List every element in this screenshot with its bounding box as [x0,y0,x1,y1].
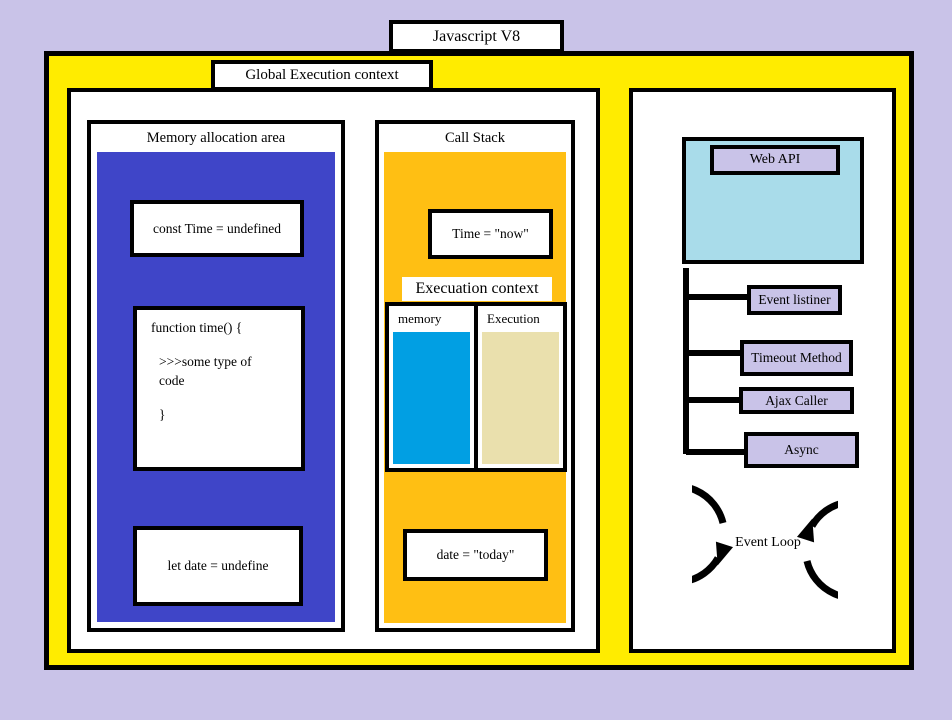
api-item-async: Async [744,432,859,468]
function-closing-brace: } [159,406,166,422]
function-body-line-2: code [159,373,185,389]
memory-entry-const-time: const Time = undefined [130,200,304,257]
call-stack-frame-date-label: date = "today" [436,547,515,562]
execution-context-execution-header: Execution [478,306,563,332]
api-item-event-listener-label: Event listiner [758,292,831,307]
function-body-line-1: >>>some type of [159,353,252,369]
memory-entry-const-time-label: const Time = undefined [153,220,281,236]
execution-context-memory-fill [393,332,470,464]
api-item-event-listener: Event listiner [747,285,842,315]
memory-entry-let-date-label: let date = undefine [167,558,269,574]
memory-allocation-body: const Time = undefined function time() {… [97,152,335,622]
execution-context-execution-column: Execution [474,306,563,468]
diagram-title: Javascript V8 [389,20,564,53]
execution-context-memory-header: memory [389,306,474,332]
call-stack-frame-date: date = "today" [403,529,548,581]
execution-context-label: Execuation context [402,277,552,301]
memory-allocation-header: Memory allocation area [91,124,341,152]
call-stack-header-label: Call Stack [444,129,505,146]
api-item-ajax-caller: Ajax Caller [739,387,854,414]
event-loop-label-text: Event Loop [735,535,801,550]
global-execution-context-text: Global Execution context [245,67,399,83]
event-loop-label: Event Loop [723,533,813,553]
memory-allocation-header-label: Memory allocation area [146,129,286,146]
execution-context-execution-label: Execution [487,311,540,326]
memory-entry-function-time: function time() { >>>some type of code } [133,306,305,471]
function-signature-line: function time() { [151,320,243,335]
api-item-async-label: Async [784,442,819,457]
execution-context-execution-fill [482,332,559,464]
diagram-title-label: Javascript V8 [432,27,521,45]
api-item-timeout-method-label: Timeout Method [751,350,842,365]
call-stack-header: Call Stack [379,124,571,152]
global-execution-context-label: Global Execution context [211,60,433,91]
event-loop-arc-top [692,485,727,584]
execution-context-box: memory Execution [385,302,567,472]
memory-entry-let-date: let date = undefine [133,526,303,606]
api-item-ajax-caller-label: Ajax Caller [765,392,828,408]
call-stack-frame-time: Time = "now" [428,209,553,259]
call-stack-frame-time-label: Time = "now" [452,226,529,241]
execution-context-memory-column: memory [389,306,474,468]
execution-context-label-text: Execuation context [415,280,539,297]
memory-allocation-area: Memory allocation area const Time = unde… [87,120,345,632]
api-item-timeout-method: Timeout Method [740,340,853,376]
execution-context-memory-label: memory [398,311,442,326]
